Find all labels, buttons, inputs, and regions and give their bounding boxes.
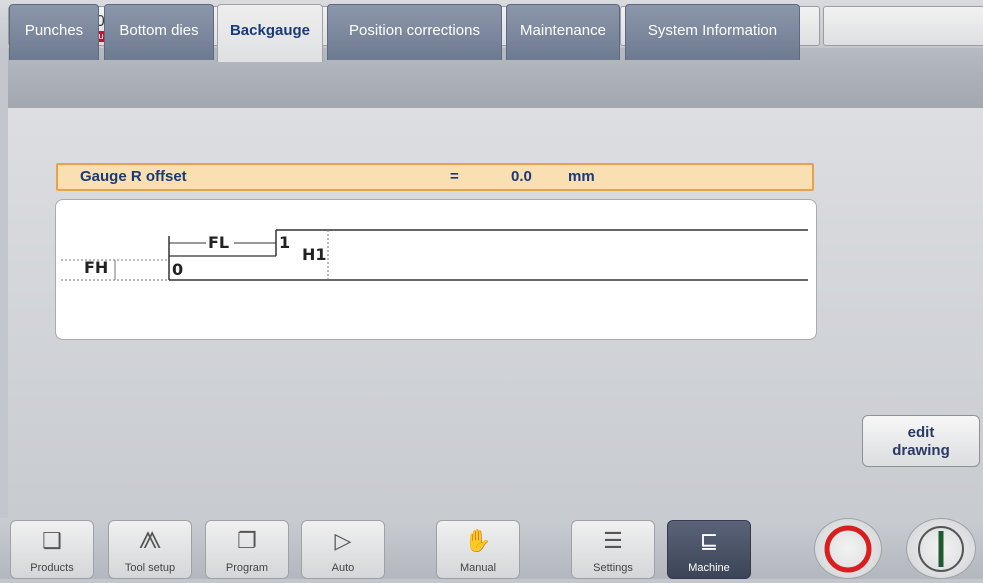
tab-backgauge[interactable]: Backgauge: [217, 4, 323, 62]
backgauge-drawing: FL FH 0 1 H1: [55, 199, 817, 340]
nav-program-label: Program: [225, 562, 269, 574]
nav-manual-label: Manual: [459, 562, 497, 574]
start-button[interactable]: [906, 518, 976, 579]
step-one-label: 1: [279, 233, 291, 252]
param-label: Gauge R offset: [80, 168, 187, 185]
tab-maintenance[interactable]: Maintenance: [506, 4, 620, 60]
nav-products-button[interactable]: ❑ Products: [10, 520, 94, 579]
edit-drawing-button[interactable]: edit drawing: [862, 415, 980, 467]
param-unit: mm: [568, 168, 595, 185]
play-icon: ▷: [334, 528, 352, 553]
stop-icon: [824, 525, 872, 573]
param-value[interactable]: 0.0: [511, 165, 532, 189]
param-equals: =: [450, 168, 459, 185]
nav-products-label: Products: [30, 562, 74, 574]
fh-label: FH: [84, 258, 109, 277]
nav-tool-setup-label: Tool setup: [124, 562, 176, 574]
stop-button[interactable]: [814, 518, 882, 579]
fl-label: FL: [208, 233, 230, 252]
edit-drawing-line1: edit: [907, 424, 935, 441]
gauge-r-offset-row[interactable]: Gauge R offset = 0.0 mm: [56, 163, 814, 191]
nav-auto-label: Auto: [331, 562, 355, 574]
nav-machine-label: Machine: [688, 562, 730, 574]
nav-auto-button[interactable]: ▷ Auto: [301, 520, 385, 579]
drawing-lines: [61, 229, 808, 281]
machine-icon: ⊑: [699, 528, 719, 553]
hand-icon: ✋: [464, 528, 492, 553]
nav-manual-button[interactable]: ✋ Manual: [436, 520, 520, 579]
list-icon: ☰: [603, 528, 623, 553]
nav-tool-setup-button[interactable]: ⨇ Tool setup: [108, 520, 192, 579]
tab-bottom-dies[interactable]: Bottom dies: [104, 4, 214, 60]
nav-settings-button[interactable]: ☰ Settings: [571, 520, 655, 579]
program-icon: ❐: [237, 528, 257, 553]
tab-position-corrections[interactable]: Position corrections: [327, 4, 502, 60]
user-field: [823, 6, 983, 46]
tab-punches[interactable]: Punches: [9, 4, 99, 60]
folder-icon: ❑: [42, 528, 62, 553]
start-icon: [918, 526, 964, 572]
zero-label: 0: [172, 260, 184, 279]
tool-setup-icon: ⨇: [139, 528, 161, 553]
nav-program-button[interactable]: ❐ Program: [205, 520, 289, 579]
h1-label: H1: [302, 245, 327, 264]
nav-settings-label: Settings: [593, 562, 633, 574]
edit-drawing-line2: drawing: [892, 442, 950, 459]
tab-system-information[interactable]: System Information: [625, 4, 800, 60]
nav-machine-button[interactable]: ⊑ Machine: [667, 520, 751, 579]
